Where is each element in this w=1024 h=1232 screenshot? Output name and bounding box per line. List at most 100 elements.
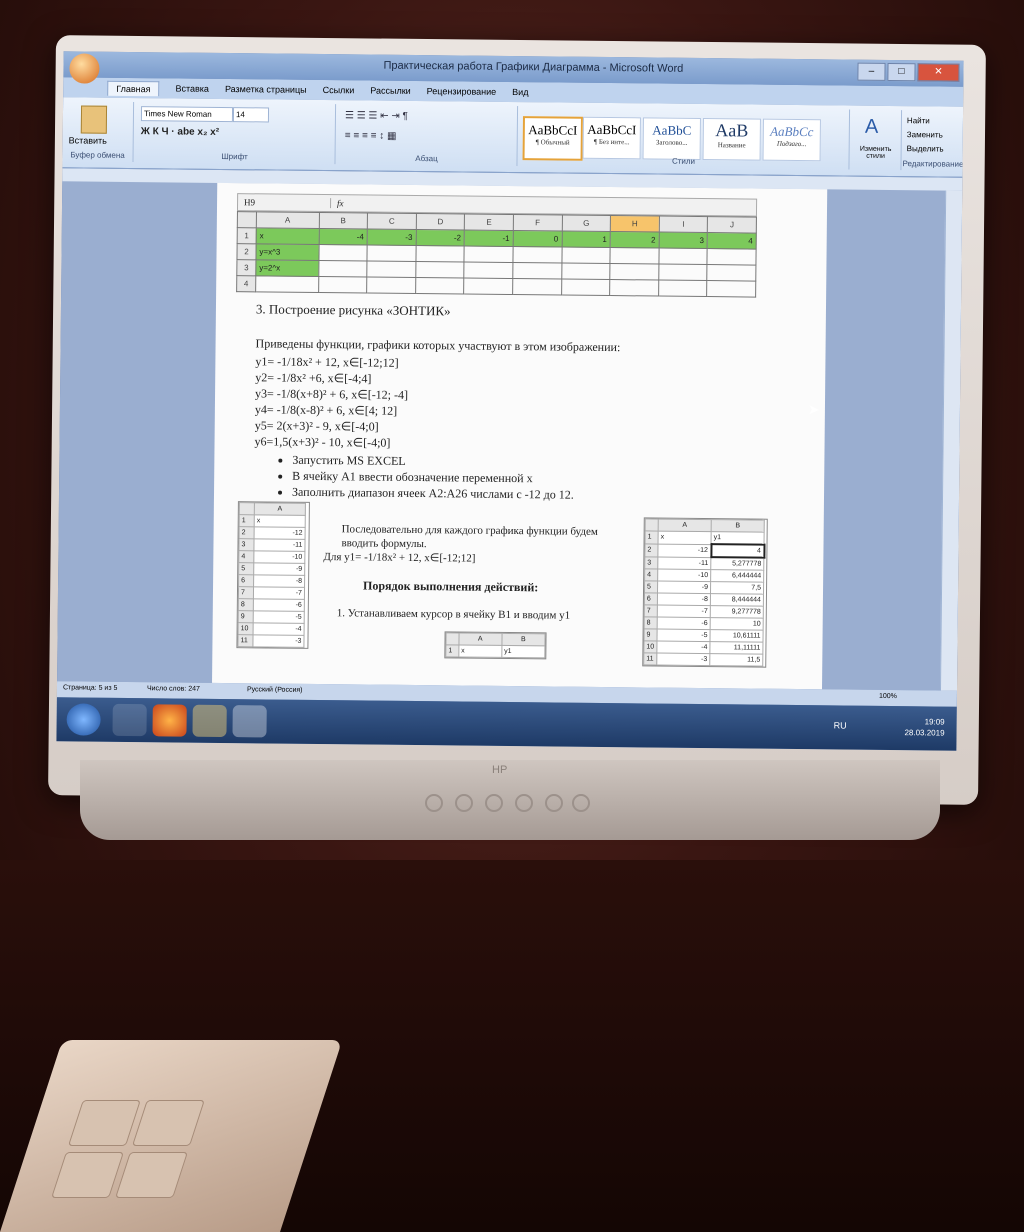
- table-cell: y1: [501, 645, 545, 658]
- row-header: 3: [236, 259, 256, 276]
- tab-references[interactable]: Ссылки: [323, 85, 355, 95]
- group-label: Буфер обмена: [70, 150, 125, 160]
- clipboard-group: Вставить Буфер обмена: [62, 101, 135, 163]
- style-sample: AaB: [715, 120, 749, 141]
- office-button[interactable]: [69, 53, 100, 84]
- table-cell: 10,61111: [709, 629, 764, 643]
- table-cell: 9,277778: [710, 605, 764, 619]
- window-title: Практическая работа Графики Диаграмма - …: [383, 59, 684, 75]
- step-one: 1. Устанавливаем курсор в ячейку B1 и вв…: [336, 607, 571, 622]
- font-group: Times New Roman 14 Ж К Ч · abe x₂ x² Шри…: [134, 102, 337, 165]
- style-subtitle[interactable]: AaBbCc Подзаго...: [762, 118, 821, 162]
- minimize-button[interactable]: –: [857, 62, 886, 81]
- clock-date: 28.03.2019: [904, 728, 945, 738]
- table-cell: -11: [657, 556, 711, 570]
- table-cell: 5,277778: [710, 557, 764, 571]
- table-cell: -3: [252, 634, 305, 648]
- column-header: I: [659, 216, 708, 233]
- folder-icon[interactable]: [192, 704, 227, 738]
- style-no-spacing[interactable]: AaBbCcI ¶ Без инте...: [582, 116, 641, 160]
- table-cell: -1: [464, 230, 514, 247]
- tab-insert[interactable]: Вставка: [175, 83, 209, 93]
- table-cell: -8: [657, 593, 711, 606]
- mouse-cursor-icon: ➤: [807, 401, 820, 418]
- language-indicator[interactable]: Русский (Россия): [247, 686, 303, 694]
- word-count[interactable]: Число слов: 247: [147, 685, 200, 693]
- table-cell: -5: [253, 610, 305, 624]
- tab-mailings[interactable]: Рассылки: [370, 86, 411, 96]
- group-label: Шрифт: [221, 151, 248, 162]
- change-styles-label: Изменить стили: [859, 145, 892, 160]
- table-cell: 8,444444: [710, 593, 764, 607]
- browser-icon[interactable]: [152, 704, 187, 737]
- function-list: y1= -1/18x² + 12, x∈[-12;12] y2= -1/8x² …: [254, 353, 408, 451]
- monitor-lower-bezel: [80, 760, 940, 840]
- table-cell: -10: [253, 550, 305, 564]
- table-cell: -6: [253, 598, 305, 612]
- paste-icon[interactable]: [80, 105, 108, 134]
- zoom-level[interactable]: 100%: [879, 693, 897, 700]
- tray-clock[interactable]: 19:09 28.03.2019: [904, 716, 944, 738]
- table-cell: 6,444444: [710, 569, 764, 583]
- start-button[interactable]: [66, 703, 101, 736]
- word-taskbar-icon[interactable]: [232, 705, 267, 738]
- paste-label[interactable]: Вставить: [69, 135, 107, 145]
- style-sample: AaBbC: [652, 122, 692, 138]
- monitor-button[interactable]: [455, 794, 473, 812]
- monitor-button[interactable]: [545, 794, 563, 812]
- tab-home[interactable]: Главная: [107, 80, 160, 96]
- row-header: 4: [236, 275, 256, 292]
- list-buttons[interactable]: ☰ ☰ ☰ ⇤ ⇥ ¶: [345, 110, 408, 122]
- table-cell: -9: [657, 581, 711, 594]
- style-heading[interactable]: AaBbC Заголово...: [642, 117, 701, 160]
- row-header: 1: [237, 227, 257, 244]
- section-heading: 3. Построение рисунка «ЗОНТИК»: [255, 301, 451, 319]
- font-name-select[interactable]: Times New Roman: [140, 106, 234, 123]
- table-cell: -4: [656, 641, 710, 654]
- style-name: ¶ Обычный: [535, 138, 570, 147]
- tab-page-layout[interactable]: Разметка страницы: [225, 84, 307, 95]
- table-cell: 2: [610, 231, 660, 249]
- taskbar: RU 19:09 28.03.2019: [56, 697, 957, 751]
- column-header: B: [318, 212, 368, 229]
- style-name: Подзаго...: [776, 139, 807, 149]
- maximize-button[interactable]: □: [887, 62, 916, 82]
- font-size-select[interactable]: 14: [232, 107, 270, 123]
- table-cell: 4: [707, 232, 757, 250]
- style-normal[interactable]: AaBbCcI ¶ Обычный: [522, 116, 583, 161]
- row-header: 2: [236, 243, 257, 260]
- function-line: y6=1,5(x+3)² - 10, x∈[-4;0]: [254, 434, 391, 450]
- name-box: H9: [238, 197, 332, 209]
- column-header: B: [711, 519, 765, 533]
- document-page[interactable]: H9 fx A B C D E F G H I J 1 x -4 -3 -2 -…: [212, 182, 828, 690]
- page-counter[interactable]: Страница: 5 из 5: [63, 684, 117, 692]
- tab-view[interactable]: Вид: [512, 87, 528, 97]
- monitor-button[interactable]: [515, 794, 533, 812]
- column-header: H: [610, 215, 660, 233]
- bullet-list: Запустить MS EXCEL В ячейку A1 ввести об…: [274, 452, 574, 503]
- find-button[interactable]: Найти: [907, 116, 930, 125]
- table-cell: 1: [561, 231, 611, 248]
- change-styles[interactable]: A Изменить стили: [850, 109, 903, 171]
- intro-text: Приведены функции, графики которых участ…: [255, 336, 621, 355]
- group-label: Редактирование: [902, 159, 964, 169]
- style-sample: AaBbCcI: [587, 121, 637, 138]
- table-cell: -3: [656, 653, 710, 666]
- format-buttons[interactable]: Ж К Ч · abe x₂ x²: [141, 126, 219, 138]
- tab-review[interactable]: Рецензирование: [427, 86, 497, 97]
- align-buttons[interactable]: ≡ ≡ ≡ ≡ ↕ ▦: [345, 130, 397, 142]
- internet-explorer-icon[interactable]: [112, 703, 147, 737]
- table-cell: x: [458, 644, 502, 658]
- function-line: y1= -1/18x² + 12, x∈[-12;12]: [255, 354, 399, 370]
- column-header: D: [416, 213, 465, 231]
- monitor-power-button[interactable]: [572, 794, 590, 812]
- monitor-button[interactable]: [485, 794, 503, 812]
- monitor-button[interactable]: [425, 794, 443, 812]
- select-button[interactable]: Выделить: [907, 144, 944, 153]
- close-button[interactable]: ✕: [917, 63, 960, 82]
- table-cell: -4: [318, 228, 368, 245]
- style-sample: AaBbCcI: [528, 122, 578, 138]
- language-tray[interactable]: RU: [834, 720, 847, 730]
- replace-button[interactable]: Заменить: [907, 130, 943, 139]
- style-title[interactable]: AaB Название: [702, 118, 761, 161]
